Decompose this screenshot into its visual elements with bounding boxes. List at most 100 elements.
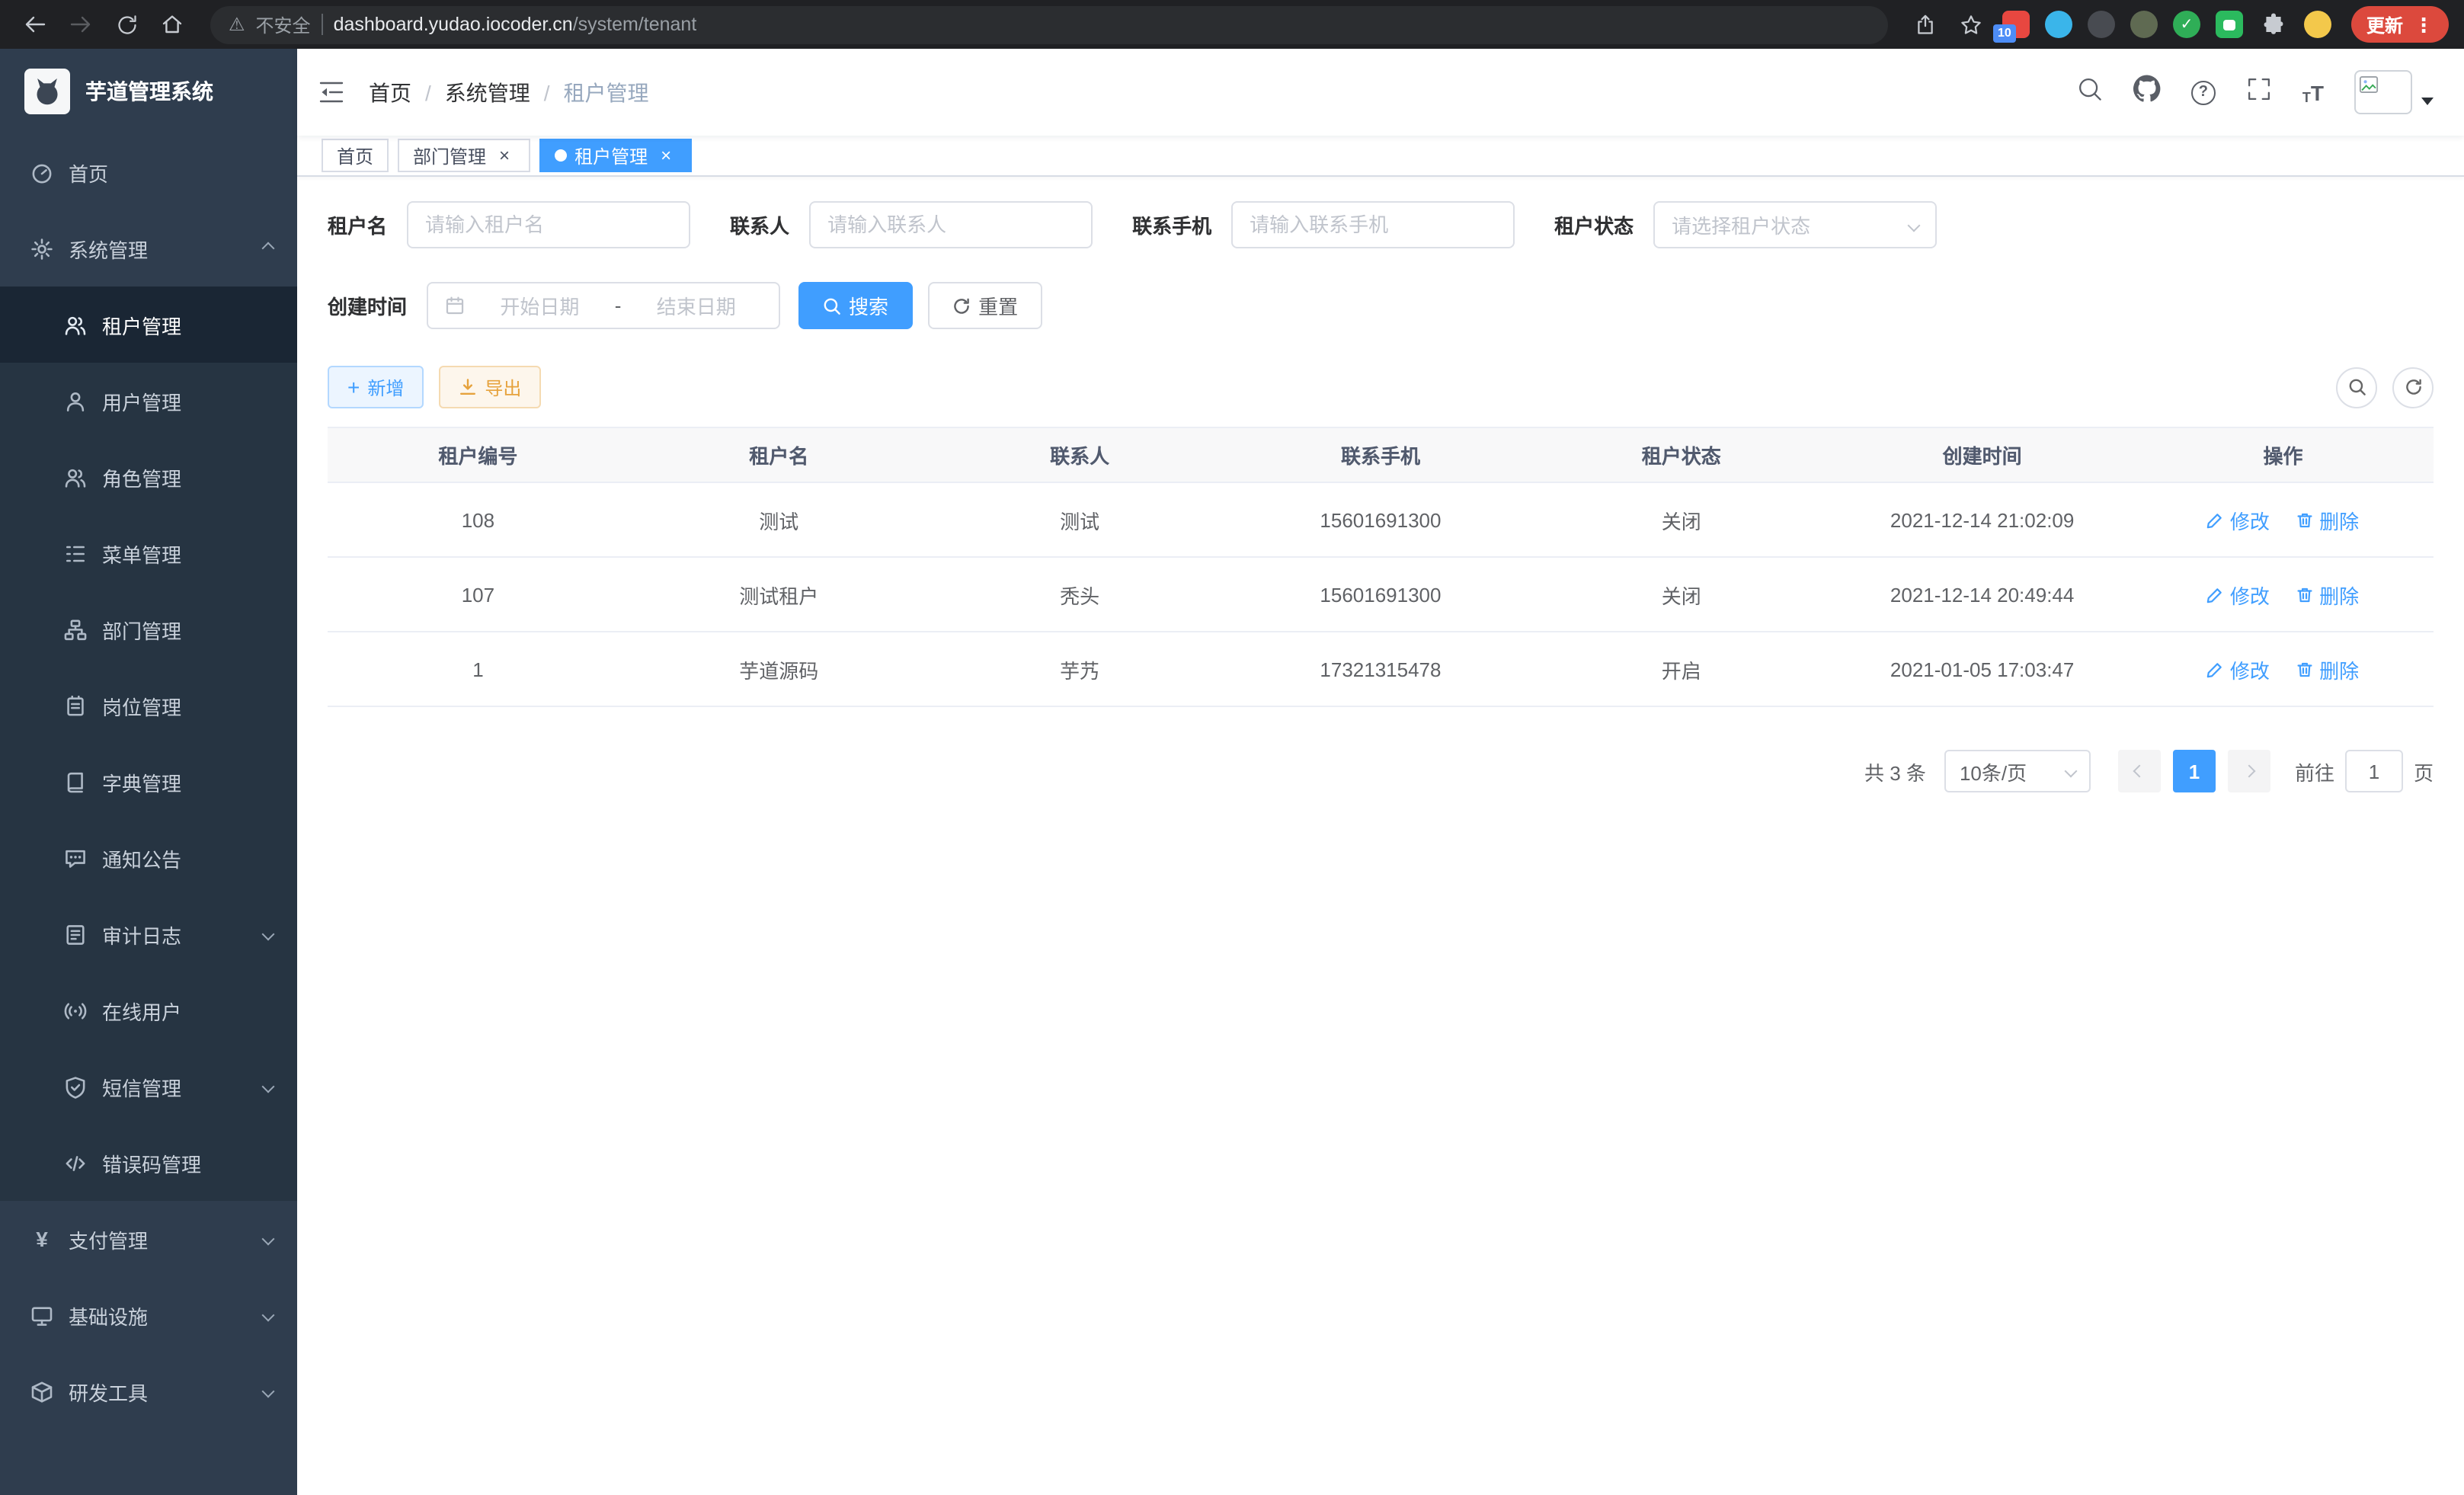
sidebar-item-post[interactable]: 岗位管理 (0, 667, 297, 744)
cell-id: 108 (328, 482, 629, 557)
sidebar-item-notice[interactable]: 通知公告 (0, 820, 297, 896)
gear-icon (30, 237, 53, 260)
back-icon[interactable] (15, 5, 55, 44)
goto-page-input[interactable] (2345, 750, 2403, 792)
tab-tenant[interactable]: 租户管理 × (539, 139, 692, 172)
update-label: 更新 (2366, 11, 2403, 37)
edit-link[interactable]: 修改 (2207, 505, 2270, 534)
message-bubble-icon (64, 847, 87, 869)
sidebar-item-payment[interactable]: ¥ 支付管理 (0, 1201, 297, 1277)
github-icon[interactable] (2133, 75, 2161, 110)
reload-icon[interactable] (107, 5, 146, 44)
prev-page-button[interactable] (2118, 750, 2161, 792)
font-size-icon[interactable]: TT (2302, 80, 2324, 104)
sidebar-item-user[interactable]: 用户管理 (0, 363, 297, 439)
sidebar-item-label: 岗位管理 (102, 691, 181, 720)
tab-home[interactable]: 首页 (322, 139, 389, 172)
sidebar-item-errcode[interactable]: 错误码管理 (0, 1125, 297, 1201)
delete-link[interactable]: 删除 (2296, 580, 2359, 609)
breadcrumb-system[interactable]: 系统管理 (445, 77, 530, 107)
toggle-search-button[interactable] (2336, 367, 2377, 408)
user-avatar[interactable] (2354, 70, 2434, 114)
page-number-1[interactable]: 1 (2173, 750, 2216, 792)
sidebar-item-sms[interactable]: 短信管理 (0, 1048, 297, 1125)
cell-id: 1 (328, 632, 629, 706)
edit-link[interactable]: 修改 (2207, 655, 2270, 683)
sidebar-item-role[interactable]: 角色管理 (0, 439, 297, 515)
extension-adblock-icon[interactable]: 10 (2002, 11, 2030, 38)
sidebar-item-dept[interactable]: 部门管理 (0, 591, 297, 667)
browser-menu-icon[interactable]: ⋮ (2414, 14, 2434, 34)
breadcrumb-home[interactable]: 首页 (369, 77, 411, 107)
logo-row[interactable]: 芋道管理系统 (0, 49, 297, 134)
sidebar-item-online[interactable]: 在线用户 (0, 972, 297, 1048)
extensions-puzzle-icon[interactable] (2254, 5, 2293, 44)
app-frame: 芋道管理系统 首页 系统管理 租户管 (0, 49, 2464, 1495)
sidebar-item-home[interactable]: 首页 (0, 134, 297, 210)
search-button[interactable]: 搜索 (798, 282, 913, 329)
chevron-down-icon (2066, 767, 2075, 776)
mobile-input[interactable] (1250, 213, 1496, 236)
security-warning-icon: ⚠ (229, 14, 245, 35)
next-page-button[interactable] (2228, 750, 2270, 792)
sidebar-item-dict[interactable]: 字典管理 (0, 744, 297, 820)
home-icon[interactable] (152, 5, 192, 44)
reset-button[interactable]: 重置 (928, 282, 1042, 329)
sidebar-item-label: 通知公告 (102, 844, 181, 872)
table-row: 1 芋道源码 芋艿 17321315478 开启 2021-01-05 17:0… (328, 632, 2434, 706)
header-search-icon[interactable] (2077, 75, 2103, 109)
extension-check-icon[interactable]: ✓ (2173, 11, 2200, 38)
sidebar-fold-icon[interactable] (318, 81, 344, 104)
cell-name: 测试租户 (629, 557, 930, 632)
delete-link[interactable]: 删除 (2296, 655, 2359, 683)
add-button[interactable]: + 新增 (328, 366, 424, 408)
edit-link[interactable]: 修改 (2207, 580, 2270, 609)
sidebar-item-system[interactable]: 系统管理 (0, 210, 297, 287)
bookmark-star-icon[interactable] (1952, 5, 1992, 44)
start-date-placeholder[interactable]: 开始日期 (474, 291, 606, 320)
breadcrumb-separator: / (425, 80, 431, 104)
address-separator (322, 14, 323, 35)
app-title: 芋道管理系统 (85, 76, 213, 107)
navbar-actions: ? TT (2077, 70, 2434, 114)
create-time-range-picker[interactable]: 开始日期 - 结束日期 (427, 282, 780, 329)
tab-dept[interactable]: 部门管理 × (398, 139, 530, 172)
sidebar-item-audit[interactable]: 审计日志 (0, 896, 297, 972)
refresh-button[interactable] (2392, 367, 2434, 408)
avatar-broken-image (2354, 70, 2412, 114)
close-icon[interactable]: × (494, 145, 515, 166)
filter-row-2: 创建时间 开始日期 - 结束日期 搜索 (328, 282, 2434, 329)
goto-page: 前往 页 (2295, 750, 2434, 792)
share-icon[interactable] (1906, 5, 1946, 44)
help-icon[interactable]: ? (2191, 80, 2216, 104)
sidebar-item-infra[interactable]: 基础设施 (0, 1277, 297, 1353)
contact-input[interactable] (827, 213, 1074, 236)
extension-chat-icon[interactable] (2216, 11, 2243, 38)
sidebar-item-devtools[interactable]: 研发工具 (0, 1353, 297, 1429)
extension-olive-icon[interactable] (2130, 11, 2158, 38)
status-select[interactable]: 请选择租户状态 (1653, 201, 1937, 248)
extension-shield-icon[interactable] (2045, 11, 2072, 38)
filter-status: 租户状态 请选择租户状态 (1554, 201, 1937, 248)
tenant-name-input[interactable] (425, 213, 672, 236)
status-label: 租户状态 (1554, 210, 1634, 239)
end-date-placeholder[interactable]: 结束日期 (630, 291, 762, 320)
sidebar-item-label: 部门管理 (102, 615, 181, 644)
sidebar-item-tenant[interactable]: 租户管理 (0, 287, 297, 363)
fullscreen-icon[interactable] (2246, 75, 2272, 109)
address-bar[interactable]: ⚠ 不安全 dashboard.yudao.iocoder.cn/system/… (210, 5, 1888, 43)
update-button[interactable]: 更新 ⋮ (2351, 6, 2449, 43)
forward-icon[interactable] (61, 5, 101, 44)
plus-icon: + (347, 376, 360, 398)
sidebar-item-menu[interactable]: 菜单管理 (0, 515, 297, 591)
delete-link[interactable]: 删除 (2296, 505, 2359, 534)
sidebar-item-label: 研发工具 (69, 1377, 148, 1406)
profile-avatar[interactable] (2304, 11, 2331, 38)
breadcrumb: 首页 / 系统管理 / 租户管理 (369, 77, 649, 107)
page-size-select[interactable]: 10条/页 (1944, 750, 2091, 792)
extension-dark-icon[interactable] (2088, 11, 2115, 38)
chevron-down-icon (262, 1385, 275, 1398)
sidebar-item-label: 在线用户 (102, 996, 181, 1025)
export-button[interactable]: 导出 (439, 366, 541, 408)
close-icon[interactable]: × (655, 145, 677, 166)
